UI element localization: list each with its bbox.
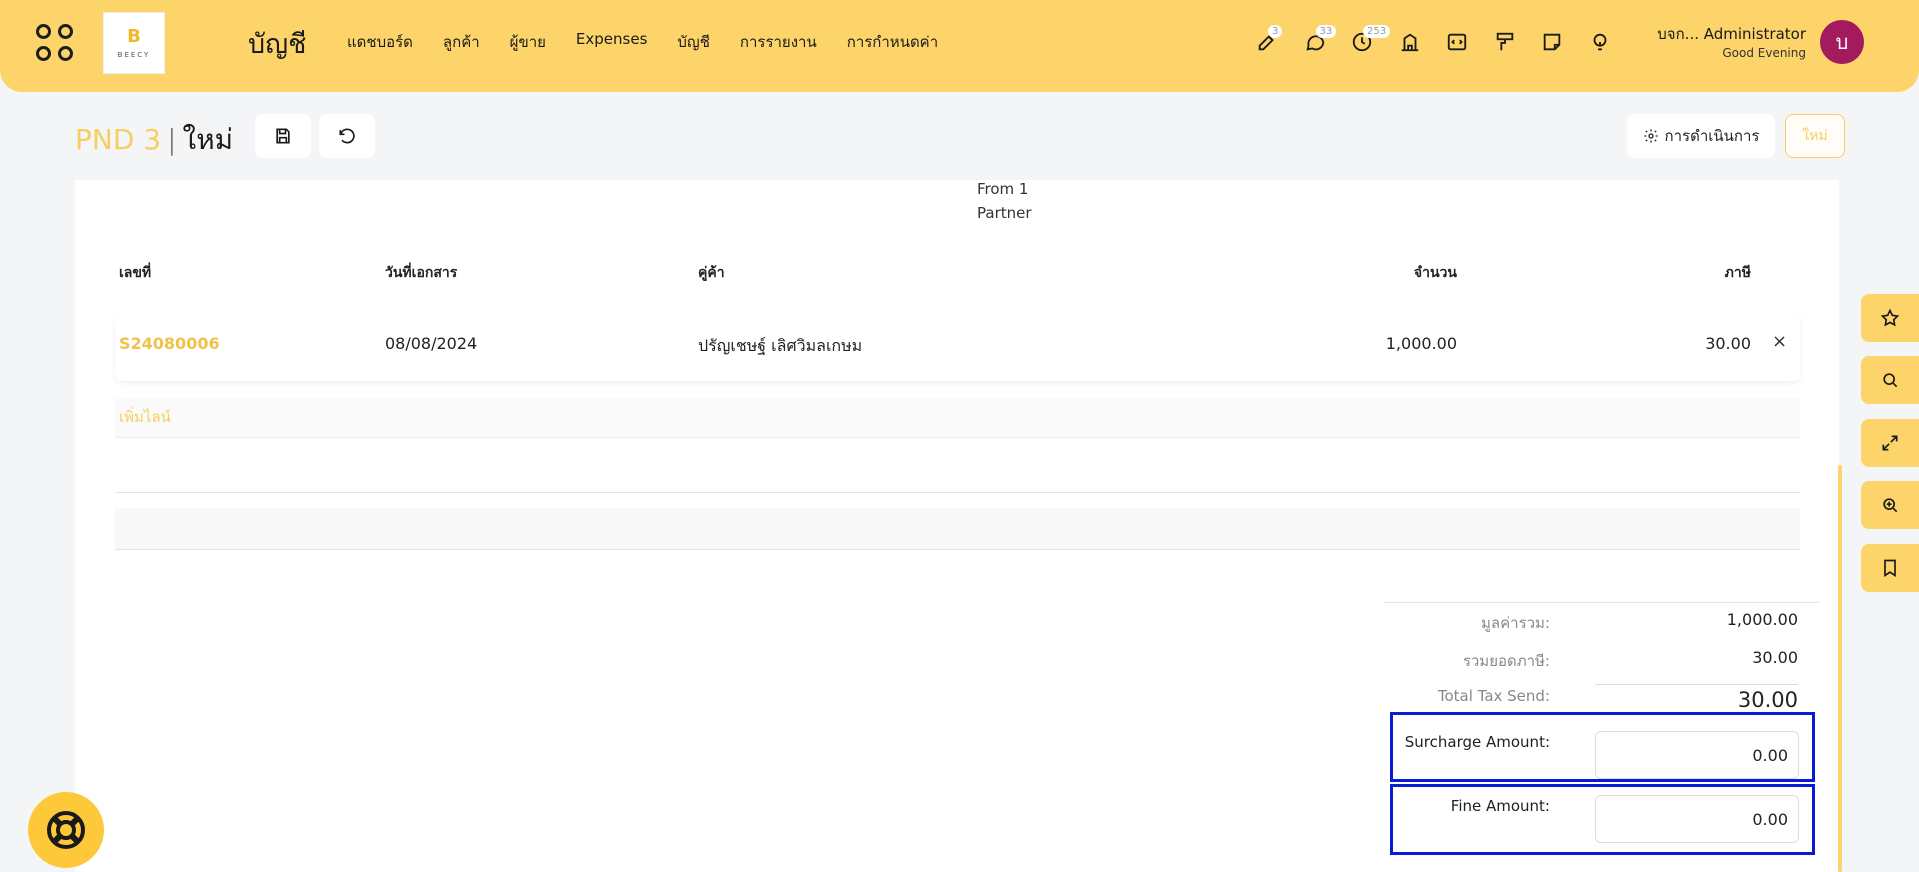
clock-icon[interactable]: 253 [1350, 25, 1391, 56]
tax-send-value: 30.00 [1737, 688, 1798, 712]
subtotal-label: มูลค่ารวม: [1481, 614, 1550, 632]
breadcrumb-separator: | [167, 123, 177, 156]
add-line-row [115, 398, 1800, 438]
company-logo[interactable]: B BEECY [103, 12, 165, 74]
col-amount[interactable]: จำนวน [1357, 262, 1457, 284]
top-navbar: B BEECY บัญชี แดชบอร์ด ลูกค้า ผู้ขาย Exp… [0, 0, 1919, 92]
app-title[interactable]: บัญชี [248, 22, 306, 65]
empty-row [115, 508, 1800, 550]
building-icon[interactable] [1398, 28, 1422, 56]
row-amount: 1,000.00 [1385, 334, 1457, 353]
fine-amount-input[interactable] [1595, 795, 1799, 843]
search-button[interactable] [1861, 356, 1919, 404]
messages-badge: 33 [1315, 25, 1337, 38]
new-button[interactable]: ใหม่ [1785, 114, 1845, 158]
breadcrumb-current: ใหม่ [182, 123, 234, 156]
row-number-link[interactable]: S24080006 [119, 334, 220, 353]
menu-vendors[interactable]: ผู้ขาย [510, 30, 546, 54]
row-date: 08/08/2024 [385, 334, 478, 353]
from-line-2: Partner [977, 204, 1032, 222]
expand-icon [1882, 435, 1898, 451]
col-number[interactable]: เลขที่ [119, 262, 151, 284]
paint-roller-icon[interactable] [1493, 28, 1517, 56]
bookmark-button[interactable] [1861, 544, 1919, 592]
tax-send-divider [1595, 684, 1798, 685]
save-button[interactable] [255, 114, 311, 158]
tax-total-label: รวมยอดภาษี: [1462, 652, 1550, 670]
col-date[interactable]: วันที่เอกสาร [385, 262, 457, 284]
col-partner[interactable]: คู่ค้า [698, 262, 725, 284]
chat-icon[interactable]: 33 [1303, 25, 1337, 56]
menu-reporting[interactable]: การรายงาน [740, 30, 817, 54]
gear-icon [1643, 129, 1658, 143]
star-icon [1880, 308, 1900, 327]
user-name[interactable]: บจก... Administrator [1657, 22, 1806, 46]
menu-expenses[interactable]: Expenses [576, 30, 647, 54]
from-line-1: From 1 [977, 180, 1029, 198]
systray: 3 33 253 [1255, 25, 1635, 56]
scrollbar[interactable] [1838, 465, 1842, 872]
add-line-link[interactable]: เพิ่มไลน์ [119, 405, 171, 429]
breadcrumb-parent[interactable]: PND 3 [75, 123, 161, 156]
search-icon [1883, 373, 1898, 388]
row-remove-icon[interactable]: × [1772, 331, 1787, 352]
main-menu: แดชบอร์ด ลูกค้า ผู้ขาย Expenses บัญชี กา… [347, 30, 968, 54]
code-icon[interactable] [1445, 28, 1469, 56]
from-text: From 1 Partner [977, 177, 1032, 225]
table-row[interactable] [115, 313, 1800, 381]
row-partner: ปรัญเชษฐ์ เลิศวิมลเกษม [698, 336, 863, 355]
totals-divider [1383, 602, 1819, 603]
help-button[interactable] [28, 792, 104, 868]
col-tax[interactable]: ภาษี [1651, 262, 1751, 284]
greeting-text: Good Evening [1722, 46, 1806, 60]
zoom-button[interactable] [1861, 481, 1919, 529]
row-tax: 30.00 [1705, 334, 1751, 353]
fine-label: Fine Amount: [1450, 797, 1550, 815]
expand-button[interactable] [1861, 419, 1919, 467]
action-label: การดำเนินการ [1664, 127, 1760, 145]
tax-send-label: Total Tax Send: [1437, 687, 1550, 705]
discard-button[interactable] [319, 114, 375, 158]
lifebuoy-icon [47, 811, 85, 849]
empty-row [115, 438, 1800, 493]
undo-icon [339, 128, 355, 144]
surcharge-amount-input[interactable] [1595, 731, 1799, 779]
tips-icon[interactable] [1588, 28, 1612, 56]
subtotal-value: 1,000.00 [1726, 610, 1798, 629]
surcharge-label: Surcharge Amount: [1404, 733, 1550, 751]
menu-configuration[interactable]: การกำหนดค่า [847, 30, 938, 54]
menu-dashboard[interactable]: แดชบอร์ด [347, 30, 413, 54]
menu-accounting[interactable]: บัญชี [677, 30, 709, 54]
breadcrumb: PND 3 | ใหม่ [75, 118, 233, 162]
save-icon [276, 128, 290, 144]
activities-badge: 3 [1268, 25, 1283, 38]
zoom-in-icon [1883, 498, 1898, 513]
menu-customers[interactable]: ลูกค้า [443, 30, 480, 54]
activity-edit-icon[interactable]: 3 [1255, 25, 1283, 56]
note-icon[interactable] [1540, 28, 1564, 56]
action-menu-button[interactable]: การดำเนินการ [1627, 114, 1775, 158]
favorite-button[interactable] [1861, 294, 1919, 342]
tax-total-value: 30.00 [1752, 648, 1798, 667]
bookmark-icon [1884, 559, 1896, 578]
clock-badge: 253 [1363, 25, 1391, 38]
apps-menu-icon[interactable] [36, 24, 76, 64]
avatar[interactable]: บ [1820, 20, 1864, 64]
